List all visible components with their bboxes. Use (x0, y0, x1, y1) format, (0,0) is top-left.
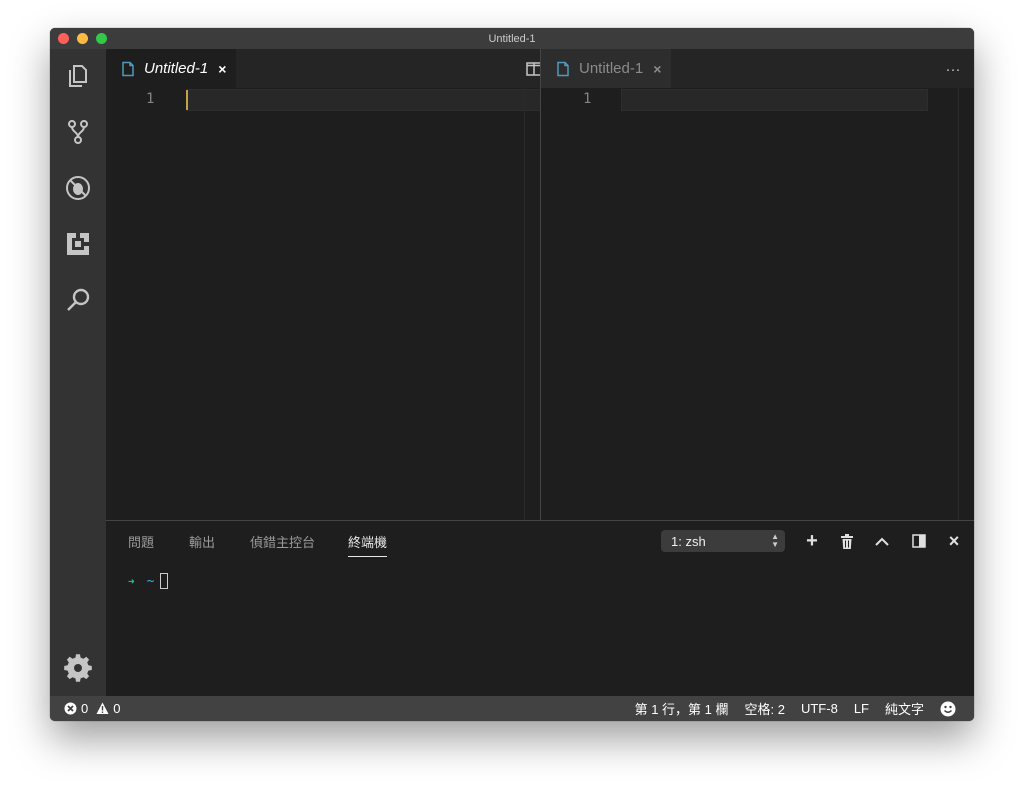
indentation[interactable]: 空格: 2 (745, 699, 785, 718)
panel-tab-debug-console[interactable]: 偵錯主控台 (250, 532, 315, 556)
new-terminal-icon[interactable]: + (802, 530, 822, 552)
editor-area[interactable]: 1 (106, 88, 545, 520)
encoding[interactable]: UTF-8 (801, 701, 838, 716)
tab-bar: Untitled-1 × ··· (106, 49, 577, 88)
explorer-icon[interactable] (63, 61, 93, 91)
terminal-content[interactable]: ➜ ~ (128, 573, 169, 589)
error-icon (64, 702, 77, 715)
close-window-button[interactable] (58, 33, 69, 44)
tab-untitled-1-inactive[interactable]: Untitled-1 × (541, 49, 672, 88)
more-actions-icon[interactable]: ··· (944, 60, 962, 78)
language-mode[interactable]: 純文字 (885, 699, 924, 718)
close-panel-icon[interactable]: × (944, 531, 964, 551)
tab-label: Untitled-1 (144, 60, 209, 77)
tab-label: Untitled-1 (579, 60, 644, 77)
text-cursor (186, 90, 188, 110)
tab-bar: Untitled-1 × ··· (541, 49, 974, 88)
settings-gear-icon[interactable] (63, 653, 93, 683)
toggle-panel-position-icon[interactable] (909, 531, 929, 551)
select-arrows-icon: ▲ ▼ (771, 532, 779, 549)
line-number: 1 (146, 91, 155, 107)
terminal-select-value: 1: zsh (671, 533, 706, 549)
panel-tab-terminal[interactable]: 終端機 (348, 532, 388, 557)
feedback-smiley-icon[interactable] (940, 701, 956, 717)
cursor-position[interactable]: 第 1 行，第 1 欄 (635, 699, 729, 718)
tab-close-icon[interactable]: × (653, 61, 661, 77)
source-control-icon[interactable] (63, 117, 93, 147)
file-icon (557, 61, 569, 76)
prompt-arrow: ➜ (128, 574, 135, 588)
tab-close-icon[interactable]: × (218, 61, 226, 77)
zoom-window-button[interactable] (96, 33, 107, 44)
status-right: 第 1 行，第 1 欄 空格: 2 UTF-8 LF 純文字 (635, 696, 956, 721)
bottom-panel: 問題 輸出 偵錯主控台 終端機 1: zsh ▲ ▼ + × ➜ ~ (106, 520, 974, 696)
title-bar: Untitled-1 (50, 28, 974, 49)
status-bar: 0 0 第 1 行，第 1 欄 空格: 2 UTF-8 LF 純文字 (50, 696, 974, 721)
vscode-window: Untitled-1 Untitled-1 × 1 Untitled-1 × ·… (50, 28, 974, 721)
window-title: Untitled-1 (488, 32, 536, 45)
warning-count: 0 (113, 701, 121, 716)
current-line-highlight (186, 89, 545, 111)
activity-bar (50, 49, 106, 696)
minimize-window-button[interactable] (77, 33, 88, 44)
file-icon (122, 61, 134, 76)
maximize-panel-icon[interactable] (872, 531, 892, 551)
panel-tab-problems[interactable]: 問題 (128, 532, 154, 556)
editor-ruler (524, 88, 525, 520)
tab-untitled-1-active[interactable]: Untitled-1 × (106, 49, 237, 88)
search-icon[interactable] (63, 285, 93, 315)
editor-group-left: Untitled-1 × ··· 1 (106, 49, 577, 520)
editor-area[interactable]: 1 (541, 88, 974, 520)
extensions-icon[interactable] (63, 229, 93, 259)
window-controls (58, 33, 107, 44)
error-count: 0 (81, 701, 89, 716)
end-of-line[interactable]: LF (854, 701, 869, 716)
editor-ruler (958, 88, 959, 520)
current-line-highlight (621, 89, 928, 111)
status-problems[interactable]: 0 0 (64, 696, 120, 721)
debug-icon[interactable] (63, 173, 93, 203)
terminal-select[interactable]: 1: zsh ▲ ▼ (661, 530, 785, 552)
prompt-path: ~ (146, 573, 155, 589)
editor-group-right: Untitled-1 × ··· 1 (541, 49, 974, 520)
trash-icon[interactable] (837, 531, 857, 551)
line-number: 1 (583, 91, 592, 107)
terminal-cursor (160, 573, 169, 589)
panel-tab-output[interactable]: 輸出 (189, 532, 215, 556)
warning-icon (96, 702, 109, 715)
